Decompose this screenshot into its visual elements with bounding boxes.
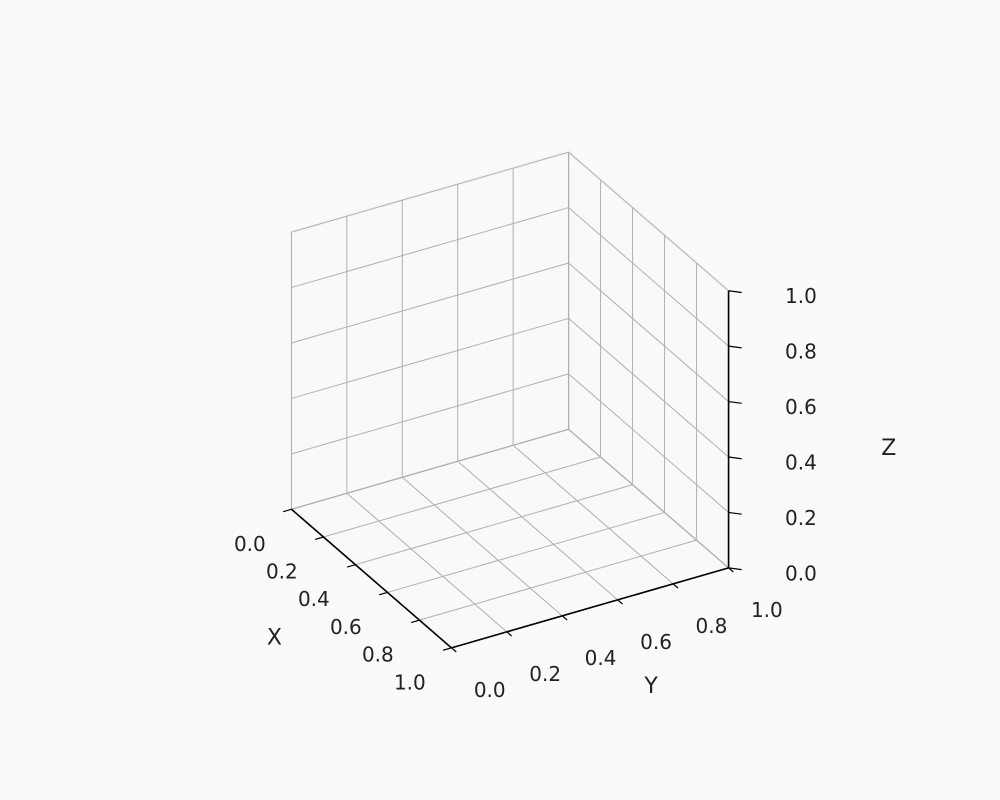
x-tick-label: 0.6 xyxy=(330,615,362,639)
y-axis-label: Y xyxy=(643,674,658,699)
x-axis-label: X xyxy=(267,625,282,650)
z-tick-label: 0.2 xyxy=(785,506,817,530)
y-tick-label: 0.4 xyxy=(585,646,617,670)
x-tick-label: 1.0 xyxy=(394,670,426,694)
z-tick-label: 0.4 xyxy=(785,451,817,475)
y-tick-label: 1.0 xyxy=(751,598,783,622)
z-axis-label: Z xyxy=(881,436,896,461)
x-tick-label: 0.2 xyxy=(266,560,298,584)
chart-3d-axes: 0.00.20.40.60.81.0X0.00.20.40.60.81.0Y0.… xyxy=(0,0,1000,800)
y-tick-label: 0.6 xyxy=(640,630,672,654)
chart-container: 0.00.20.40.60.81.0X0.00.20.40.60.81.0Y0.… xyxy=(0,0,1000,800)
z-tick-label: 0.6 xyxy=(785,395,817,419)
y-tick-label: 0.8 xyxy=(696,614,728,638)
y-tick-label: 0.2 xyxy=(529,662,561,686)
z-tick-label: 0.8 xyxy=(785,340,817,364)
x-tick-label: 0.0 xyxy=(234,532,266,556)
z-tick-label: 1.0 xyxy=(785,284,817,308)
z-tick-label: 0.0 xyxy=(785,561,817,585)
x-tick-label: 0.8 xyxy=(362,643,394,667)
x-tick-label: 0.4 xyxy=(298,587,330,611)
y-tick-label: 0.0 xyxy=(474,678,506,702)
